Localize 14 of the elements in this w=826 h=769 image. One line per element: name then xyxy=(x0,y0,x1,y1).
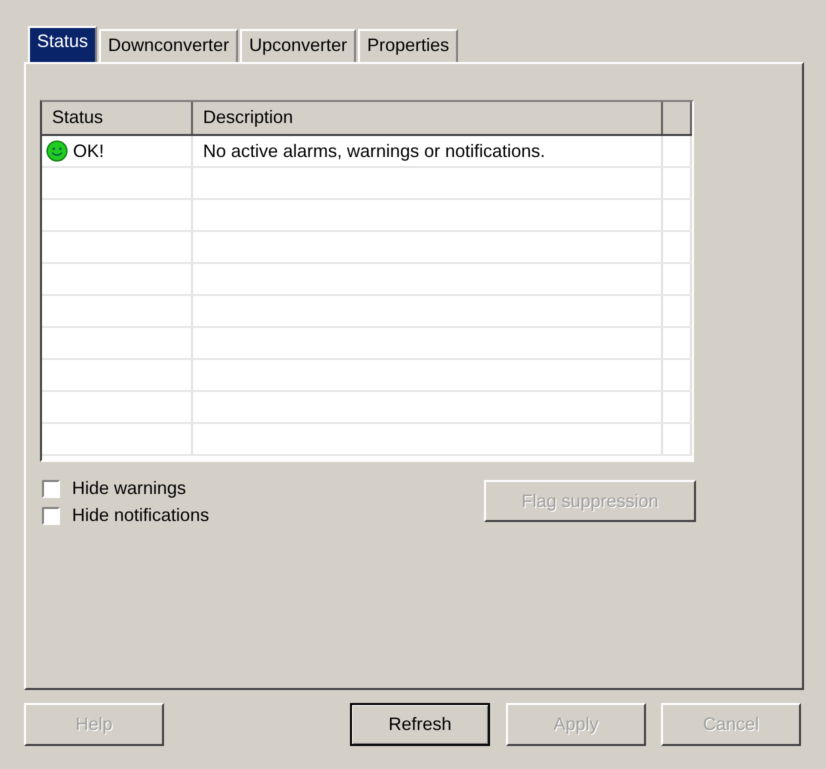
smiley-icon xyxy=(46,140,68,162)
checkbox[interactable] xyxy=(42,506,60,524)
description-text: No active alarms, warnings or notifications. xyxy=(203,140,546,162)
column-header[interactable]: Status xyxy=(42,102,193,134)
column-header[interactable]: Description xyxy=(193,102,663,134)
checkbox-label: Hide notifications xyxy=(72,505,210,526)
checkbox[interactable] xyxy=(42,480,60,498)
tab[interactable]: Status xyxy=(28,26,98,62)
tab[interactable]: Properties xyxy=(358,29,458,62)
checkbox-label: Hide warnings xyxy=(72,478,186,499)
status-text: OK! xyxy=(73,140,104,162)
tab[interactable]: Upconverter xyxy=(240,29,356,62)
dialog-button[interactable]: Refresh xyxy=(350,703,490,746)
tab[interactable]: Downconverter xyxy=(99,29,238,62)
